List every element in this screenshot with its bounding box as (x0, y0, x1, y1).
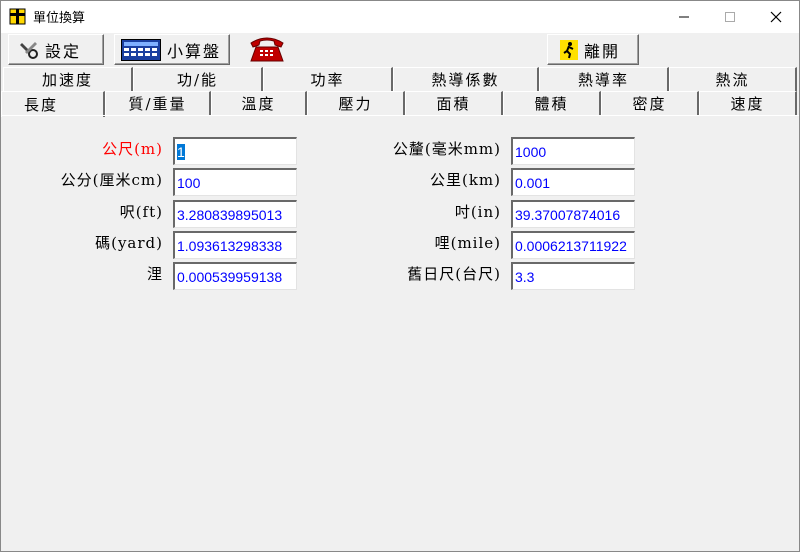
maximize-icon (725, 11, 735, 22)
label-meter: 公尺(m) (102, 140, 163, 158)
calculator-label: 小算盤 (167, 41, 222, 61)
label-old-japanese-foot: 舊日尺(台尺) (407, 265, 501, 283)
tab-length[interactable]: 長度 (1, 91, 105, 117)
input-inch[interactable]: 39.37007874016 (511, 200, 635, 228)
label-nautical-mile: 浬 (146, 265, 163, 283)
app-ruler-icon (9, 8, 26, 25)
close-icon (770, 11, 782, 22)
input-nautical-mile[interactable]: 0.000539959138 (173, 262, 297, 290)
tab-speed[interactable]: 速度 (699, 91, 797, 115)
tab-density[interactable]: 密度 (601, 91, 699, 115)
input-old-japanese-foot[interactable]: 3.3 (511, 262, 635, 290)
input-mile[interactable]: 0.0006213711922 (511, 231, 635, 259)
label-millimeter: 公釐(毫米mm) (392, 140, 501, 158)
label-mile: 哩(mile) (434, 234, 501, 252)
tab-power[interactable]: 功率 (263, 67, 393, 91)
maximize-button[interactable] (707, 1, 753, 32)
tools-icon (20, 41, 38, 59)
tab-volume[interactable]: 體積 (503, 91, 601, 115)
label-kilometer: 公里(km) (429, 171, 501, 189)
tab-heat-flux[interactable]: 熱流 (669, 67, 797, 91)
tab-thermal-conductance[interactable]: 熱導係數 (393, 67, 539, 91)
input-yard[interactable]: 1.093613298338 (173, 231, 297, 259)
label-yard: 碼(yard) (95, 234, 163, 252)
label-centimeter: 公分(厘米cm) (60, 171, 163, 189)
exit-running-man-icon (560, 39, 578, 60)
input-meter-value: 1 (177, 144, 185, 160)
input-centimeter[interactable]: 100 (173, 168, 297, 196)
tab-mass-weight[interactable]: 質/重量 (105, 91, 211, 115)
calculator-button[interactable]: 小算盤 (114, 34, 230, 65)
title-bar: 單位換算 (1, 1, 799, 33)
settings-label: 設定 (45, 41, 82, 61)
minimize-icon (679, 16, 689, 17)
input-foot[interactable]: 3.280839895013 (173, 200, 297, 228)
label-inch: 吋(in) (454, 203, 501, 221)
calculator-icon (121, 38, 161, 61)
app-window: 單位換算 設定 小算盤 離開 加速度 功/能 功率 熱導係數 熱導率 熱流 長度… (0, 0, 800, 552)
tab-pressure[interactable]: 壓力 (307, 91, 405, 115)
telephone-icon[interactable] (247, 33, 287, 63)
tab-thermal-conductivity[interactable]: 熱導率 (539, 67, 669, 91)
input-meter[interactable]: 1 (173, 137, 297, 165)
tab-acceleration[interactable]: 加速度 (3, 67, 133, 91)
label-foot: 呎(ft) (119, 203, 163, 221)
exit-button[interactable]: 離開 (547, 34, 639, 65)
exit-label: 離開 (584, 41, 621, 61)
tab-work-energy[interactable]: 功/能 (133, 67, 263, 91)
settings-button[interactable]: 設定 (8, 34, 104, 65)
input-kilometer[interactable]: 0.001 (511, 168, 635, 196)
tab-area[interactable]: 面積 (405, 91, 503, 115)
tab-temperature[interactable]: 溫度 (211, 91, 307, 115)
minimize-button[interactable] (661, 1, 707, 32)
window-title: 單位換算 (33, 11, 86, 26)
input-millimeter[interactable]: 1000 (511, 137, 635, 165)
close-button[interactable] (753, 1, 799, 32)
tab-panel-border (1, 115, 799, 116)
